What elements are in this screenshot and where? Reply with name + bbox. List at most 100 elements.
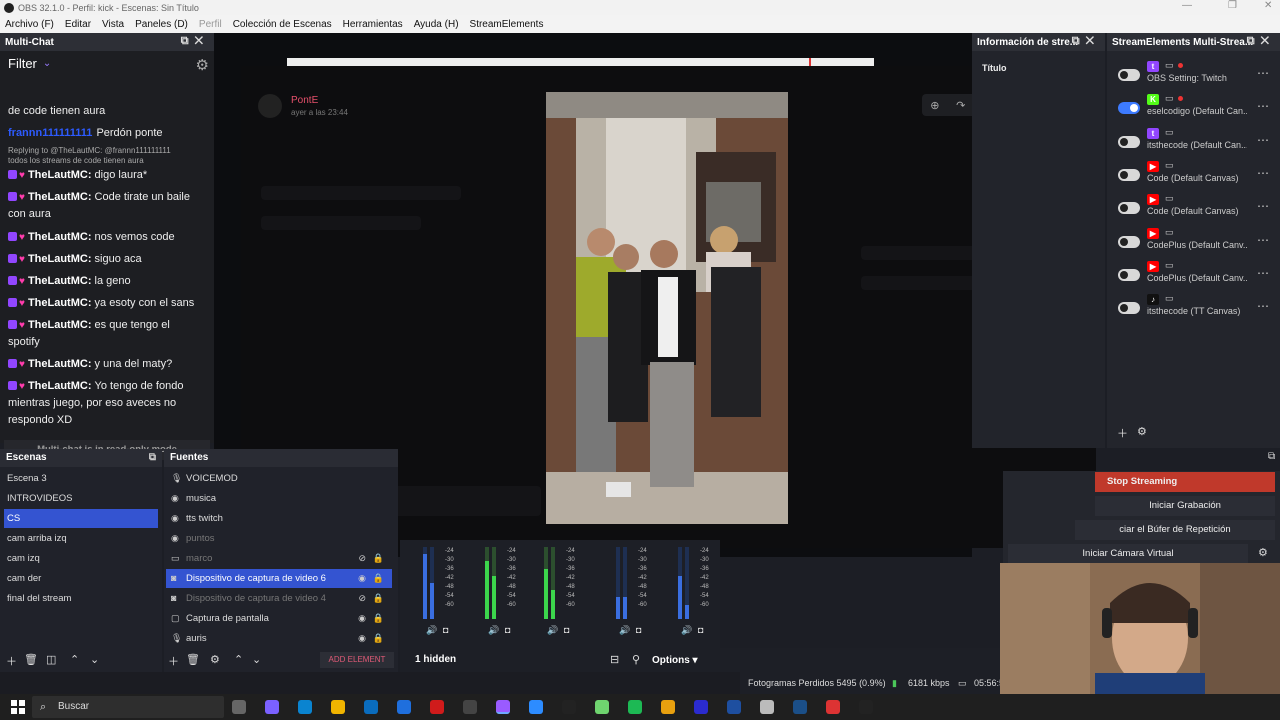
headphones-icon[interactable]: ◘ [443,625,448,635]
taskbar-search[interactable]: ⌕ Buscar [32,696,224,718]
up-icon[interactable]: ⌃ [70,653,79,666]
down-icon[interactable]: ⌄ [252,653,261,666]
menu-item[interactable]: Ayuda (H) [409,19,465,30]
taskbar-photoshop-icon[interactable] [727,700,741,714]
chat-username[interactable]: TheLautMC: [28,275,95,287]
hidden-count[interactable]: 1 hidden [415,654,456,665]
chat-username[interactable]: TheLautMC: [28,358,95,370]
virtual-camera-button[interactable]: Iniciar Cámara Virtual [1008,544,1248,564]
dock-controls[interactable]: ⧉✕ [1247,35,1275,48]
taskbar-mail-icon[interactable] [397,700,411,714]
menu-item[interactable]: Archivo (F) [0,19,60,30]
volume-icon[interactable]: 🔊 [681,625,692,636]
toggle-switch[interactable] [1118,268,1140,281]
taskbar-task-view-icon[interactable] [232,700,246,714]
forward-icon[interactable]: ↷ [956,99,965,112]
eye-icon[interactable]: ◉ [358,569,366,588]
lock-icon[interactable]: 🔒 [373,589,384,608]
filter-label[interactable]: Filter [8,56,37,71]
menu-item[interactable]: Perfil [194,19,228,30]
taskbar-steam-icon[interactable] [793,700,807,714]
chat-username[interactable]: frannn111111111 [8,127,92,139]
source-item[interactable]: ◉ tts twitch [166,509,392,528]
add-scene-icon[interactable]: ＋ [6,653,17,669]
options-button[interactable]: Options ▾ [652,652,712,669]
more-icon[interactable]: ⋯ [1257,266,1269,280]
menu-item[interactable]: Herramientas [338,19,409,30]
post-author[interactable]: PontE [291,95,318,106]
scene-item[interactable]: cam der [4,569,158,588]
toggle-switch[interactable] [1118,168,1140,181]
menu-item[interactable]: StreamElements [465,19,550,30]
chat-username[interactable]: TheLautMC: [28,253,95,265]
taskbar-app-icon[interactable] [529,700,543,714]
volume-icon[interactable]: 🔊 [547,625,558,636]
eye-off-icon[interactable]: ⊘ [358,549,366,568]
up-icon[interactable]: ⌃ [234,653,243,666]
more-icon[interactable]: ⋯ [1257,133,1269,147]
toggle-switch[interactable] [1118,69,1140,81]
chat-username[interactable]: TheLautMC: [28,169,95,181]
maximize-icon[interactable]: ❐ [1228,0,1237,11]
stop-streaming-button[interactable]: Stop Streaming [1095,472,1275,492]
toggle-switch[interactable] [1118,235,1140,248]
zoom-in-icon[interactable]: ⊕ [930,99,939,112]
headphones-icon[interactable]: ◘ [564,625,569,635]
taskbar-file-explorer-icon[interactable] [331,700,345,714]
taskbar-spotify-icon[interactable] [628,700,642,714]
eye-icon[interactable]: ◉ [358,609,366,628]
add-source-icon[interactable]: ＋ [168,653,179,669]
source-item[interactable]: ▢ Captura de pantalla ◉ 🔒 [166,609,392,628]
taskbar-edge-icon[interactable] [298,700,312,714]
chevron-down-icon[interactable]: ⌄ [43,58,51,69]
volume-icon[interactable]: 🔊 [619,625,630,636]
dock-controls[interactable]: ⧉✕ [1072,35,1100,48]
dock-controls[interactable]: ⧉ [1268,451,1275,462]
source-item[interactable]: ◉ musica [166,489,392,508]
taskbar-capcut-icon[interactable] [562,700,576,714]
source-item[interactable]: 🎙 auris ◉ 🔒 [166,629,392,648]
headphones-icon[interactable]: ◘ [636,625,641,635]
eye-off-icon[interactable]: ⊘ [358,589,366,608]
more-icon[interactable]: ⋯ [1257,166,1269,180]
scene-item[interactable]: cam izq [4,549,158,568]
more-icon[interactable]: ⋯ [1257,66,1269,80]
volume-icon[interactable]: 🔊 [488,625,499,636]
source-item[interactable]: 🎙 VOICEMOD [166,469,392,488]
scene-item[interactable]: INTROVIDEOS [4,489,158,508]
taskbar-app-icon[interactable] [859,700,873,714]
layout-icon[interactable]: ⊟ [610,653,619,666]
taskbar-obs-icon[interactable] [463,700,477,714]
chat-username[interactable]: TheLautMC: [28,191,95,203]
toggle-switch[interactable] [1118,302,1140,315]
taskbar-app-icon[interactable] [760,700,774,714]
gear-icon[interactable]: ⚙ [210,653,220,666]
taskbar-voicemod-icon[interactable] [826,700,840,714]
close-icon[interactable]: ✕ [1264,0,1272,11]
taskbar-minecraft-icon[interactable] [595,700,609,714]
filter-row[interactable]: Filter ⌄ ⚙ [0,51,214,75]
source-item[interactable]: ◙ Dispositivo de captura de video 4 ⊘ 🔒 [166,589,392,608]
chat-username[interactable]: TheLautMC: [28,297,95,309]
down-icon[interactable]: ⌄ [90,653,99,666]
lock-icon[interactable]: 🔒 [373,629,384,648]
more-icon[interactable]: ⋯ [1257,233,1269,247]
more-icon[interactable]: ⋯ [1257,299,1269,313]
taskbar-store-icon[interactable] [364,700,378,714]
add-element-button[interactable]: ADD ELEMENT [320,652,394,668]
chat-username[interactable]: TheLautMC: [28,319,95,331]
eye-icon[interactable]: ◉ [358,629,366,648]
scene-item[interactable]: CS [4,509,158,528]
volume-icon[interactable]: 🔊 [426,625,437,636]
replay-buffer-button[interactable]: ciar el Búfer de Repetición [1075,520,1275,540]
scene-item[interactable]: Escena 3 [4,469,158,488]
menu-item[interactable]: Paneles (D) [130,19,194,30]
gear-icon[interactable]: ⚙ [196,56,209,74]
delete-icon[interactable]: 🗑 [24,653,38,666]
headphones-icon[interactable]: ◘ [505,625,510,635]
taskbar-premiere-icon[interactable] [694,700,708,714]
taskbar-discord-icon[interactable] [496,700,510,714]
gear-icon[interactable]: ⚙ [1258,546,1268,559]
add-icon[interactable]: ＋ [1117,425,1128,441]
source-item[interactable]: ▭ marco ⊘ 🔒 [166,549,392,568]
